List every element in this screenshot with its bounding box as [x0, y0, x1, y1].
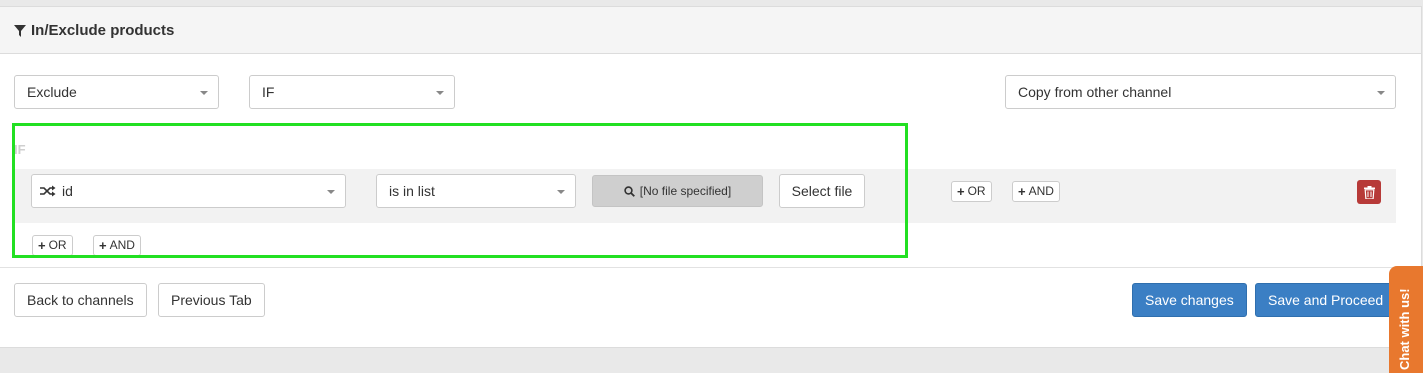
add-and-rule-button[interactable]: + AND	[1012, 181, 1060, 202]
back-to-channels-button[interactable]: Back to channels	[14, 283, 147, 317]
plus-icon: +	[957, 184, 965, 199]
chat-widget-label: Chat with us!	[1397, 288, 1412, 370]
footer-divider	[0, 267, 1422, 268]
add-or-rule-button[interactable]: + OR	[951, 181, 992, 202]
mode-select-value: Exclude	[27, 84, 77, 100]
save-changes-label: Save changes	[1145, 292, 1234, 308]
chevron-down-icon	[436, 91, 444, 95]
save-changes-button[interactable]: Save changes	[1132, 283, 1247, 317]
condition-select-value: IF	[262, 84, 275, 100]
panel-title: In/Exclude products	[14, 22, 174, 39]
mode-select[interactable]: Exclude	[14, 75, 219, 109]
chevron-down-icon	[200, 91, 208, 95]
copy-channel-select[interactable]: Copy from other channel	[1005, 75, 1396, 109]
panel-heading: In/Exclude products	[0, 7, 1421, 54]
save-and-proceed-label: Save and Proceed	[1268, 292, 1384, 308]
previous-tab-button[interactable]: Previous Tab	[158, 283, 265, 317]
filter-icon	[14, 24, 26, 37]
add-or-rule-label: OR	[967, 184, 986, 198]
delete-rule-button[interactable]	[1357, 180, 1381, 204]
condition-select[interactable]: IF	[249, 75, 455, 109]
add-and-rule-label: AND	[1028, 184, 1054, 198]
save-and-proceed-button[interactable]: Save and Proceed	[1255, 283, 1405, 317]
panel-title-text: In/Exclude products	[31, 22, 175, 39]
back-to-channels-label: Back to channels	[27, 292, 134, 308]
copy-channel-select-value: Copy from other channel	[1018, 84, 1172, 100]
trash-icon	[1363, 185, 1375, 199]
plus-icon: +	[1018, 184, 1026, 199]
chevron-down-icon	[1377, 91, 1385, 95]
previous-tab-label: Previous Tab	[171, 292, 252, 308]
highlight-box	[12, 123, 908, 258]
